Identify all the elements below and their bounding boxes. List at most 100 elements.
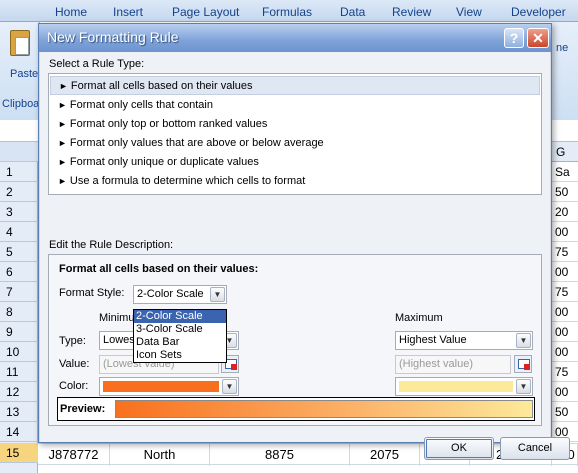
paste-icon[interactable] (10, 30, 30, 56)
new-formatting-rule-dialog: New Formatting Rule ? ✕ Select a Rule Ty… (38, 23, 570, 460)
dropdown-option[interactable]: Data Bar (134, 336, 226, 349)
tab-developer[interactable]: Developer (511, 5, 566, 19)
arrow-right-icon: ► (59, 81, 68, 91)
tab-formulas[interactable]: Formulas (262, 5, 312, 19)
arrow-right-icon: ► (58, 119, 67, 129)
arrow-right-icon: ► (58, 157, 67, 167)
cell[interactable]: 75 (552, 282, 578, 302)
cell[interactable]: 00 (552, 222, 578, 242)
format-style-value: 2-Color Scale (137, 288, 204, 300)
row-header[interactable]: 10 (0, 342, 38, 362)
chevron-down-icon[interactable]: ▼ (210, 287, 225, 302)
cell[interactable]: 20 (552, 202, 578, 222)
row-header-selected[interactable]: 15 (0, 443, 38, 463)
cell[interactable]: 50 (552, 182, 578, 202)
cell-picker-icon[interactable] (514, 355, 532, 373)
select-rule-type-label: Select a Rule Type: (49, 58, 145, 70)
list-item[interactable]: ► Format only cells that contain (50, 96, 540, 115)
arrow-right-icon: ► (58, 176, 67, 186)
tab-page-layout[interactable]: Page Layout (172, 5, 239, 19)
cell[interactable]: Sa (552, 162, 578, 182)
row-header[interactable]: 5 (0, 242, 38, 262)
dropdown-option-selected[interactable]: 2-Color Scale (134, 310, 226, 323)
row-headers: 1 2 3 4 5 6 7 8 9 10 11 12 13 14 15 (0, 142, 38, 473)
tab-view[interactable]: View (456, 5, 482, 19)
rule-type-label: Format only top or bottom ranked values (69, 118, 268, 130)
row-header[interactable]: 11 (0, 362, 38, 382)
row-header[interactable]: 12 (0, 382, 38, 402)
chevron-down-icon[interactable]: ▼ (222, 379, 237, 394)
cell[interactable]: 00 (552, 382, 578, 402)
cell[interactable]: North (110, 444, 210, 466)
paste-button-label[interactable]: Paste (10, 68, 38, 80)
arrow-right-icon: ► (58, 138, 67, 148)
cell[interactable]: 00 (552, 322, 578, 342)
cell[interactable]: 00 (552, 262, 578, 282)
type-label: Type: (59, 335, 86, 347)
ribbon-tab-bar: Home Insert Page Layout Formulas Data Re… (0, 0, 578, 22)
row-header[interactable]: 1 (0, 162, 38, 182)
cancel-button[interactable]: Cancel (500, 437, 570, 460)
cell[interactable]: 8875 (210, 444, 350, 466)
rule-description-panel: Format all cells based on their values: … (48, 254, 542, 426)
cell[interactable]: 00 (552, 302, 578, 322)
min-color-select[interactable]: ▼ (99, 377, 239, 396)
cell[interactable]: 00 (552, 342, 578, 362)
cell[interactable]: 75 (552, 362, 578, 382)
ok-button[interactable]: OK (424, 437, 494, 460)
row-header[interactable]: 14 (0, 422, 38, 442)
tab-data[interactable]: Data (340, 5, 365, 19)
max-color-select[interactable]: ▼ (395, 377, 533, 396)
list-item[interactable]: ► Format only values that are above or be… (50, 134, 540, 153)
row-header[interactable]: 8 (0, 302, 38, 322)
cell[interactable]: J878772 (38, 444, 110, 466)
column-header-g[interactable]: G (552, 142, 578, 162)
arrow-right-icon: ► (58, 100, 67, 110)
rule-type-label: Format all cells based on their values (70, 80, 253, 92)
tab-home[interactable]: Home (55, 5, 87, 19)
dialog-titlebar[interactable]: New Formatting Rule ? ✕ (39, 24, 551, 52)
format-style-label: Format Style: (59, 287, 125, 299)
format-style-dropdown[interactable]: 2-Color Scale 3-Color Scale Data Bar Ico… (133, 309, 227, 363)
close-icon[interactable]: ✕ (527, 28, 549, 48)
dropdown-option[interactable]: 3-Color Scale (134, 323, 226, 336)
select-all-corner[interactable] (0, 142, 38, 162)
chevron-down-icon[interactable]: ▼ (516, 333, 531, 348)
clipboard-group-label: Clipboa (2, 98, 40, 110)
rule-type-label: Format only values that are above or bel… (69, 137, 324, 149)
max-type-select[interactable]: Highest Value ▼ (395, 331, 533, 350)
cell[interactable]: 2075 (350, 444, 420, 466)
preview-gradient (115, 400, 533, 418)
preview-box: Preview: (57, 397, 535, 421)
cell[interactable]: 50 (552, 402, 578, 422)
row-header[interactable]: 9 (0, 322, 38, 342)
rule-type-label: Format only cells that contain (69, 99, 213, 111)
tab-insert[interactable]: Insert (113, 5, 143, 19)
ribbon-right-group: ne (552, 22, 578, 120)
dropdown-option[interactable]: Icon Sets (134, 349, 226, 362)
row-header[interactable]: 2 (0, 182, 38, 202)
format-style-select[interactable]: 2-Color Scale ▼ (133, 285, 227, 304)
rule-type-list[interactable]: ► Format all cells based on their values … (48, 73, 542, 195)
rule-type-label: Format only unique or duplicate values (69, 156, 259, 168)
list-item[interactable]: ► Format only unique or duplicate values (50, 153, 540, 172)
row-header[interactable]: 6 (0, 262, 38, 282)
description-heading: Format all cells based on their values: (59, 263, 259, 275)
row-header[interactable]: 3 (0, 202, 38, 222)
cell[interactable]: 75 (552, 242, 578, 262)
dialog-title: New Formatting Rule (47, 29, 179, 45)
max-color-swatch (399, 381, 513, 392)
row-header[interactable]: 7 (0, 282, 38, 302)
list-item[interactable]: ► Format only top or bottom ranked values (50, 115, 540, 134)
row-header[interactable]: 13 (0, 402, 38, 422)
list-item[interactable]: ► Use a formula to determine which cells … (50, 172, 540, 191)
preview-label: Preview: (60, 403, 106, 415)
list-item-selected[interactable]: ► Format all cells based on their values (50, 76, 540, 95)
tab-review[interactable]: Review (392, 5, 431, 19)
row-header[interactable]: 4 (0, 222, 38, 242)
edit-description-label: Edit the Rule Description: (49, 239, 174, 251)
max-value-input[interactable]: (Highest value) (395, 355, 511, 374)
color-label: Color: (59, 380, 89, 392)
help-icon[interactable]: ? (504, 28, 524, 48)
chevron-down-icon[interactable]: ▼ (516, 379, 531, 394)
